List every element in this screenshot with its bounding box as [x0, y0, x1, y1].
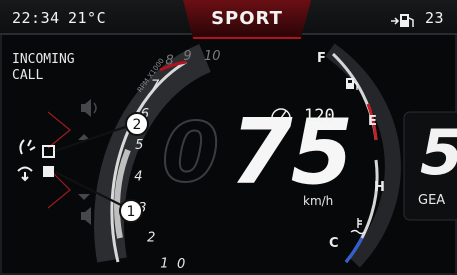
tachometer-tick-label: 4 [134, 170, 142, 185]
tachometer-tick-label: 7 [151, 79, 160, 94]
coolant-temp-icon [350, 218, 366, 235]
fuel-full-label: F [317, 51, 326, 66]
tachometer-tick-label: 1 [160, 257, 168, 272]
range-value: 120 [304, 106, 335, 126]
scroll-down-icon [78, 194, 90, 200]
fuel-pump-status-icon [391, 14, 414, 27]
reject-button-marker [43, 166, 54, 177]
temp-cold-label: C [329, 236, 339, 251]
svg-text:2: 2 [133, 117, 142, 133]
tachometer-tick-label: 2 [147, 230, 155, 245]
volume-up-icon [81, 99, 97, 117]
tachometer-tick-label: 0 [177, 257, 185, 272]
speed-unit: km/h [303, 194, 334, 208]
speed-ghost-digit: 0 [161, 106, 220, 201]
volume-down-icon [81, 207, 91, 225]
svg-text:1: 1 [127, 204, 136, 220]
tachometer-tick-label: 10 [204, 49, 221, 64]
tachometer-tick-label: 9 [183, 49, 191, 64]
tachometer-tick-label: 5 [135, 138, 143, 153]
gear-digit: 5 [420, 122, 457, 184]
cluster-graphics: RPM X1000 012345678910 2 1 [17, 14, 457, 272]
tachometer-tick-label: 8 [165, 53, 173, 68]
fuel-empty-label: E [368, 114, 377, 129]
temp-hot-label: H [374, 180, 385, 195]
callout-highlight-lines [47, 111, 71, 209]
gear-label: GEA [418, 193, 446, 208]
reject-call-icon [17, 166, 33, 182]
answer-call-icon [19, 139, 36, 155]
